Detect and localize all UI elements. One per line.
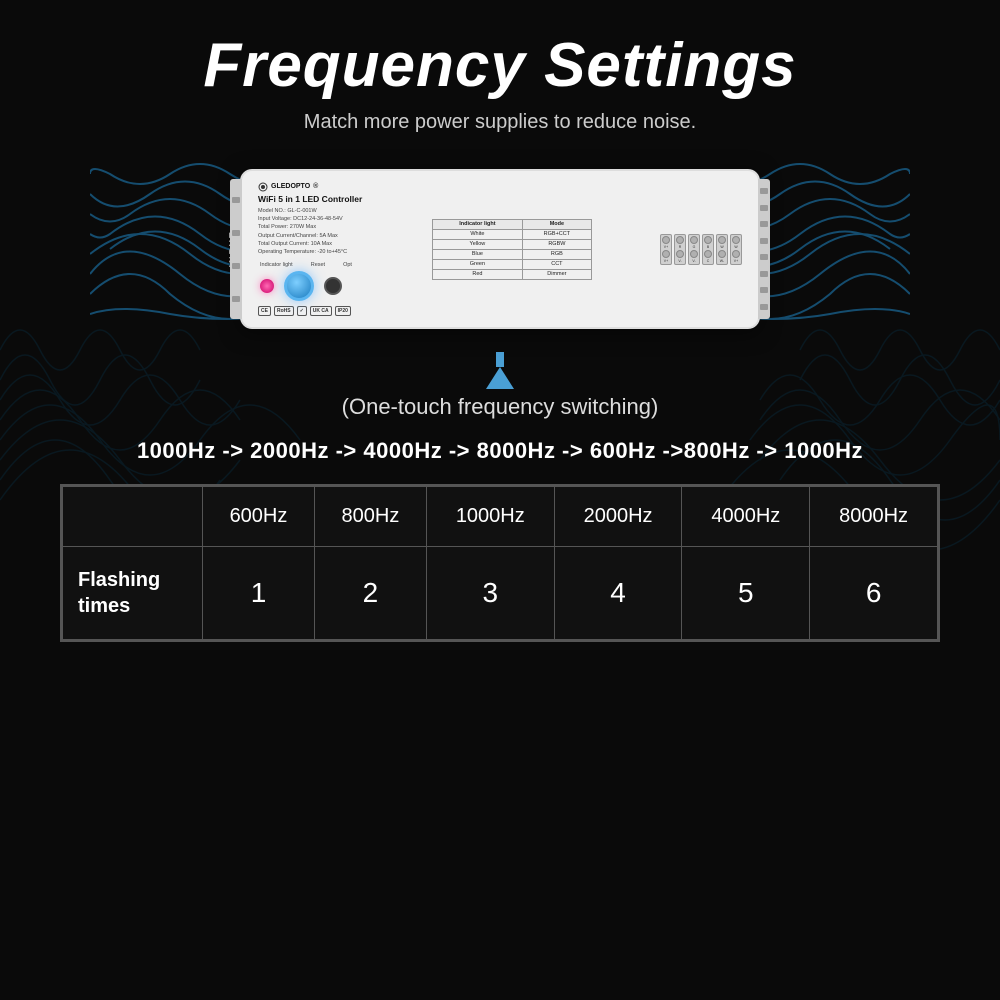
device-area: INPUT GLEDOPTO® WiFi 5 in 1 LED Controll… — [90, 154, 910, 344]
reset-button[interactable] — [284, 271, 314, 301]
frequency-table-wrapper: 600Hz 800Hz 1000Hz 2000Hz 4000Hz 8000Hz … — [60, 484, 940, 642]
flash-count-3: 3 — [426, 547, 554, 640]
table-header-8000hz: 8000Hz — [810, 487, 938, 547]
led-controller: INPUT GLEDOPTO® WiFi 5 in 1 LED Controll… — [240, 169, 760, 329]
mode-table: Indicator light Mode White RGB+CCT Yello… — [432, 219, 592, 280]
table-header-empty — [63, 487, 203, 547]
indicator-light — [260, 279, 274, 293]
table-header-600hz: 600Hz — [203, 487, 315, 547]
arrow-indicator — [486, 352, 514, 389]
page-subtitle: Match more power supplies to reduce nois… — [304, 111, 696, 134]
table-header-row: 600Hz 800Hz 1000Hz 2000Hz 4000Hz 8000Hz — [63, 487, 938, 547]
mode-table-area: Indicator light Mode White RGB+CCT Yello… — [432, 219, 592, 280]
table-header-1000hz: 1000Hz — [426, 487, 554, 547]
brand-logo: GLEDOPTO® — [258, 182, 432, 192]
flash-count-5: 5 — [682, 547, 810, 640]
flash-count-4: 4 — [554, 547, 682, 640]
table-header-800hz: 800Hz — [314, 487, 426, 547]
controller-info: GLEDOPTO® WiFi 5 in 1 LED Controller Mod… — [252, 182, 432, 317]
controller-specs: Model NO.: GL-C-001W Input Voltage: DC12… — [258, 207, 432, 257]
table-data-row: Flashing times 1 2 3 4 5 6 — [63, 547, 938, 640]
certification-logos: CE RoHS ✓ UK CA IP20 — [258, 306, 432, 316]
input-connector — [230, 179, 242, 319]
row-label: Flashing times — [63, 547, 203, 640]
flash-count-6: 6 — [810, 547, 938, 640]
model-name: WiFi 5 in 1 LED Controller — [258, 194, 432, 204]
one-touch-label: (One-touch frequency switching) — [342, 394, 659, 420]
frequency-chain: 1000Hz -> 2000Hz -> 4000Hz -> 8000Hz -> … — [137, 438, 863, 464]
page-title: Frequency Settings — [203, 30, 796, 101]
output-connector — [758, 179, 770, 319]
table-header-2000hz: 2000Hz — [554, 487, 682, 547]
output-terminals: V+ V+ R V- G V- — [592, 234, 748, 265]
opt-button[interactable] — [324, 277, 342, 295]
controller-bottom: Indicator light Reset Opt — [258, 262, 432, 301]
table-header-4000hz: 4000Hz — [682, 487, 810, 547]
frequency-table: 600Hz 800Hz 1000Hz 2000Hz 4000Hz 8000Hz … — [62, 486, 938, 640]
flash-count-2: 2 — [314, 547, 426, 640]
flash-count-1: 1 — [203, 547, 315, 640]
